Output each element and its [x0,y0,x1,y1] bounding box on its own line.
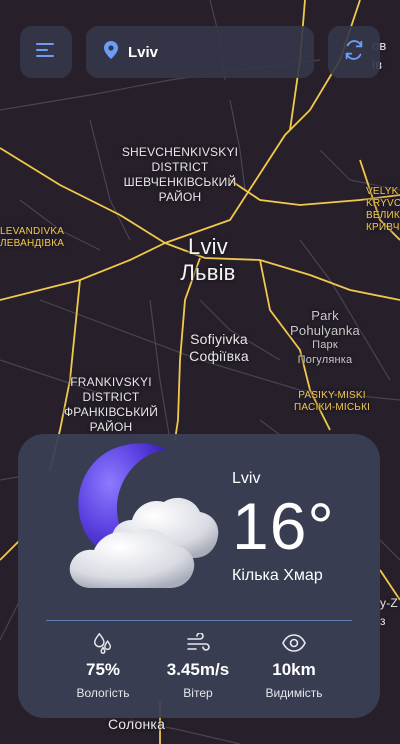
label-line: SHEVCHENKIVSKYI [121,145,239,159]
label-line: Погулянка [297,354,353,366]
label-lviv-en: Lviv [188,234,228,259]
map-label-levandivka: LEVANDIVKA ЛЕВАНДІВКА [0,226,64,250]
visibility-value: 10km [272,660,316,679]
label-line: РАЙОН [158,190,202,204]
label-line: DISTRICT [82,390,140,404]
wind-icon [148,632,248,654]
weather-description: Кілька Хмар [232,567,323,584]
wind-value: 3.45m/s [166,660,230,679]
search-location-text: Lviv [128,43,159,61]
map-label-lviv: Lviv Львів [160,234,256,286]
label-line: РАЙОН [89,420,133,434]
map-label-shevchenkivskyi: SHEVCHENKIVSKYI DISTRICT ШЕВЧЕНКІВСЬКИЙ … [118,145,242,205]
wind-label: Вітер [183,686,213,700]
map-label-velyki-kryvchytsi: VELYK KRYVCHY ВЕЛИК КРИВЧ [366,186,400,234]
menu-button[interactable] [20,26,72,78]
weather-city: Lviv [232,470,261,487]
humidity-label: Вологість [76,686,130,700]
wind-stat: 3.45m/s Вітер [148,632,248,700]
moon-cloud-icon [60,438,220,598]
label-line: VELYK [366,186,399,197]
map-label-frankivskyi: FRANKIVSKYI DISTRICT ФРАНКІВСЬКИЙ РАЙОН [56,375,166,435]
map-label-right-edge: y-Z з [380,594,398,630]
label-line: Pohulyanka [290,323,360,338]
label-line: Солонка [108,716,166,732]
location-search-bar[interactable]: Lviv [86,26,314,78]
weather-card: Lviv 16° Кілька Хмар 75% Вологість 3.45m… [18,434,380,718]
label-line: ШЕВЧЕНКІВСЬКИЙ [123,175,237,189]
map-label-park: Park Pohulyanka Парк Погулянка [280,308,370,368]
label-line: Park [311,308,339,323]
humidity-drops-icon [53,632,153,654]
humidity-stat: 75% Вологість [53,632,153,700]
label-line: Sofiyivka [190,331,248,347]
menu-lines-icon [35,42,57,63]
map-label-solonka: Солонка [108,716,165,733]
label-line: ЛЕВАНДІВКА [0,238,65,249]
label-line: з [380,614,386,628]
label-line: y-Z [380,596,398,610]
humidity-value: 75% [85,660,121,679]
visibility-label: Видимість [265,686,323,700]
map-label-pasiky: PASIKY-MISKI ПАСІКИ-МІСЬКІ [294,390,370,414]
visibility-stat: 10km Видимість [244,632,344,700]
refresh-icon [343,39,365,66]
label-line: DISTRICT [151,160,209,174]
map-label-sofiyivka: Sofiyivka Софіївка [180,331,258,365]
location-pin-icon [104,40,118,64]
eye-icon [244,632,344,654]
label-line: Парк [312,339,338,351]
label-line: LEVANDIVKA [0,226,65,237]
label-line: KRYVCHY [366,198,400,209]
weather-temperature: 16° [232,489,335,563]
label-line: FRANKIVSKYI [70,375,152,389]
label-line: ФРАНКІВСЬКИЙ [63,405,159,419]
refresh-button[interactable] [328,26,380,78]
label-line: ПАСІКИ-МІСЬКІ [294,402,371,413]
label-lviv-uk: Львів [180,260,236,285]
label-line: Софіївка [189,348,249,364]
card-divider [46,620,352,621]
label-line: ВЕЛИК [366,210,400,221]
label-line: КРИВЧ [366,222,400,233]
label-line: PASIKY-MISKI [298,390,366,401]
